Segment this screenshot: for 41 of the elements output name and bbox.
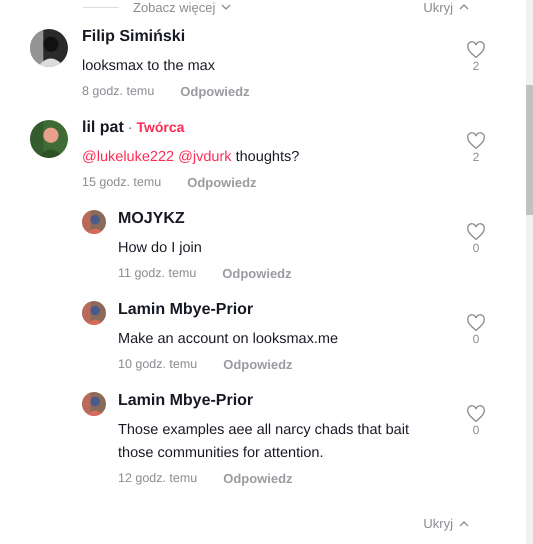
username[interactable]: Filip Simiński [82, 28, 186, 46]
like-count: 0 [472, 332, 480, 346]
comment-text: looksmax to the max [82, 58, 215, 74]
scrollbar[interactable] [526, 0, 533, 544]
username[interactable]: MOJYKZ [118, 210, 185, 228]
like-count: 2 [472, 150, 480, 164]
heart-icon[interactable] [466, 405, 486, 423]
caret-icon [459, 4, 469, 10]
like-count: 0 [472, 423, 480, 437]
separator-dot: · [128, 119, 132, 135]
username[interactable]: Lamin Mbye-Prior [118, 392, 254, 410]
username[interactable]: lil pat [82, 119, 124, 137]
hide-link[interactable]: Ukryj [423, 0, 469, 14]
reply-link[interactable]: Odpowiedz [180, 84, 250, 99]
mention-link[interactable]: @lukeluke222 [82, 149, 174, 165]
heart-icon[interactable] [466, 314, 486, 332]
heart-icon[interactable] [466, 223, 486, 241]
timestamp: 15 godz. temu [82, 175, 162, 190]
reply-link[interactable]: Odpowiedz [222, 266, 292, 281]
timestamp: 12 godz. temu [118, 471, 198, 486]
reply-link[interactable]: Odpowiedz [223, 471, 293, 486]
comment-text: Those examples aee all narcy chads that bait those communities for attention. [118, 422, 409, 461]
like-count: 2 [472, 59, 480, 73]
reply-link[interactable]: Odpowiedz [223, 357, 293, 372]
creator-label: Twórca [136, 119, 184, 135]
heart-icon[interactable] [466, 41, 486, 59]
username[interactable]: Lamin Mbye-Prior [118, 301, 254, 319]
hide-link[interactable]: Ukryj [423, 516, 469, 531]
timestamp: 8 godz. temu [82, 84, 154, 99]
caret-icon [221, 4, 232, 10]
comment-text: How do I join [118, 240, 202, 256]
see-more-link[interactable]: Zobacz więcej [133, 0, 232, 14]
heart-icon[interactable] [466, 132, 486, 150]
reply-link[interactable]: Odpowiedz [187, 175, 257, 190]
comment-text: Make an account on looksmax.me [118, 331, 338, 347]
timestamp: 10 godz. temu [118, 357, 198, 372]
mention-link[interactable]: @jvdurk [178, 149, 232, 165]
comment-text: thoughts? [236, 149, 300, 165]
caret-icon [459, 520, 469, 526]
like-count: 0 [472, 241, 480, 255]
timestamp: 11 godz. temu [118, 266, 196, 281]
